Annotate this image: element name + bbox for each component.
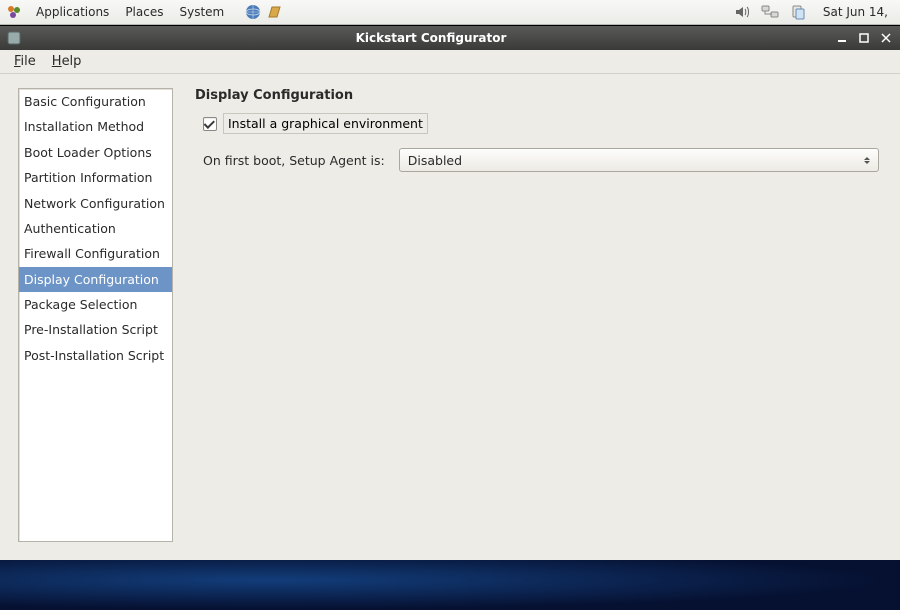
places-menu[interactable]: Places [117,2,171,22]
sidebar-item-display-configuration[interactable]: Display Configuration [19,267,172,292]
sidebar-item-basic-configuration[interactable]: Basic Configuration [19,89,172,114]
titlebar: Kickstart Configurator [0,26,900,50]
first-boot-value: Disabled [408,153,462,168]
distro-icon[interactable] [4,2,24,22]
help-launcher-icon[interactable] [264,1,286,23]
sidebar-item-partition-information[interactable]: Partition Information [19,165,172,190]
first-boot-label: On first boot, Setup Agent is: [203,153,385,168]
sidebar-item-authentication[interactable]: Authentication [19,216,172,241]
sidebar-item-installation-method[interactable]: Installation Method [19,114,172,139]
install-graphical-row: Install a graphical environment [203,113,428,134]
file-menu[interactable]: File [6,52,44,71]
main-pane: Display Configuration Install a graphica… [195,88,882,542]
window-title: Kickstart Configurator [28,31,834,45]
install-graphical-label[interactable]: Install a graphical environment [223,113,428,134]
app-icon [6,30,22,46]
desktop-background [0,560,900,610]
sidebar-item-boot-loader-options[interactable]: Boot Loader Options [19,140,172,165]
system-menu[interactable]: System [171,2,232,22]
sidebar-item-firewall-configuration[interactable]: Firewall Configuration [19,241,172,266]
help-menu[interactable]: Help [44,52,90,71]
clipboard-icon[interactable] [787,1,809,23]
sidebar: Basic ConfigurationInstallation MethodBo… [18,88,173,542]
volume-icon[interactable] [731,1,753,23]
sidebar-item-network-configuration[interactable]: Network Configuration [19,191,172,216]
applications-menu[interactable]: Applications [28,2,117,22]
minimize-button[interactable] [834,30,850,46]
first-boot-combobox[interactable]: Disabled [399,148,879,172]
panel-left: Applications Places System [4,1,286,23]
network-icon[interactable] [759,1,781,23]
panel-right: Sat Jun 14, [731,1,896,23]
sidebar-item-post-installation-script[interactable]: Post-Installation Script [19,343,172,368]
close-button[interactable] [878,30,894,46]
app-window: Kickstart Configurator File Help Basic C… [0,25,900,560]
browser-launcher-icon[interactable] [242,1,264,23]
menubar: File Help [0,50,900,74]
sidebar-item-pre-installation-script[interactable]: Pre-Installation Script [19,317,172,342]
chevron-updown-icon [862,157,872,164]
sidebar-item-package-selection[interactable]: Package Selection [19,292,172,317]
install-graphical-checkbox[interactable] [203,117,217,131]
content-area: Basic ConfigurationInstallation MethodBo… [0,74,900,560]
top-panel: Applications Places System [0,0,900,25]
clock[interactable]: Sat Jun 14, [815,5,896,19]
maximize-button[interactable] [856,30,872,46]
section-title: Display Configuration [195,88,882,103]
